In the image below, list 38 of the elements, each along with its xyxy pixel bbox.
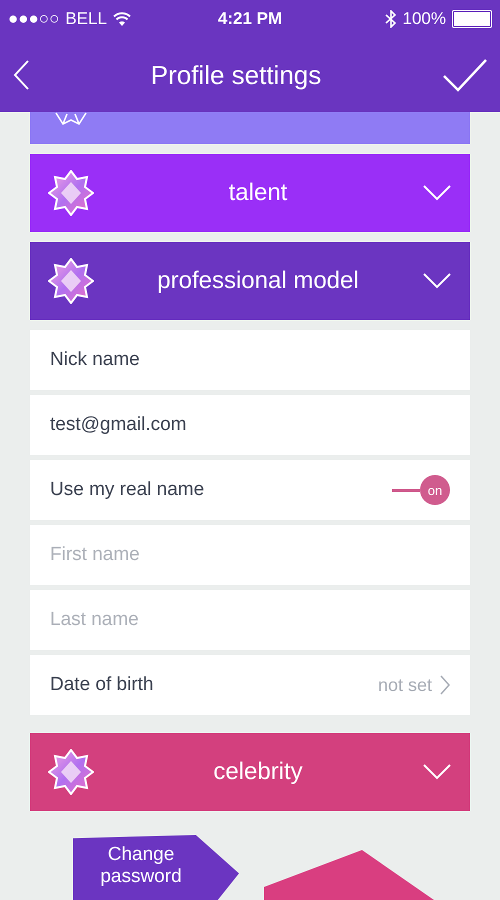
text-field[interactable]: Nick name (30, 330, 470, 390)
text-field[interactable]: First name (30, 525, 470, 585)
wifi-icon (112, 12, 131, 26)
star-gem-icon (48, 170, 94, 216)
level-label: celebrity (212, 758, 304, 786)
field-label: Date of birth (50, 674, 154, 696)
back-icon[interactable] (12, 59, 30, 91)
text-input[interactable]: First name (50, 535, 450, 575)
signal-strength: ●●●○○ (8, 9, 60, 29)
carrier-name: BELL (65, 9, 107, 29)
checkmark-icon[interactable] (442, 58, 488, 92)
chevron-down-icon[interactable] (422, 272, 452, 290)
text-input[interactable]: test@gmail.com (50, 405, 450, 445)
status-time: 4:21 PM (218, 9, 282, 29)
level-label: professional model (156, 267, 360, 295)
text-field[interactable]: test@gmail.com (30, 395, 470, 455)
level-row[interactable]: professional model (30, 242, 470, 320)
chevron-right-icon (440, 675, 450, 695)
level-row[interactable]: celebrity (30, 733, 470, 811)
text-input[interactable]: Last name (50, 600, 450, 640)
screen-title: Profile settings (150, 60, 322, 90)
bluetooth-icon (384, 10, 397, 28)
change-password-button[interactable]: Change password (73, 835, 239, 900)
star-gem-icon (48, 749, 94, 795)
level-row[interactable]: talent (30, 154, 470, 232)
battery-percentage: 100% (402, 9, 446, 29)
action-button[interactable] (264, 850, 434, 900)
outline-shape-icon (55, 112, 87, 126)
chevron-down-icon[interactable] (422, 184, 452, 202)
level-label: talent (228, 179, 288, 207)
battery-icon (452, 10, 492, 28)
chevron-down-icon[interactable] (422, 763, 452, 781)
text-input[interactable]: Nick name (50, 340, 450, 380)
text-field[interactable]: Last name (30, 590, 470, 650)
field-label: Use my real name (50, 479, 206, 501)
star-gem-icon (48, 258, 94, 304)
field-value: not set (378, 674, 432, 696)
date-row[interactable]: Date of birth not set (30, 655, 470, 715)
